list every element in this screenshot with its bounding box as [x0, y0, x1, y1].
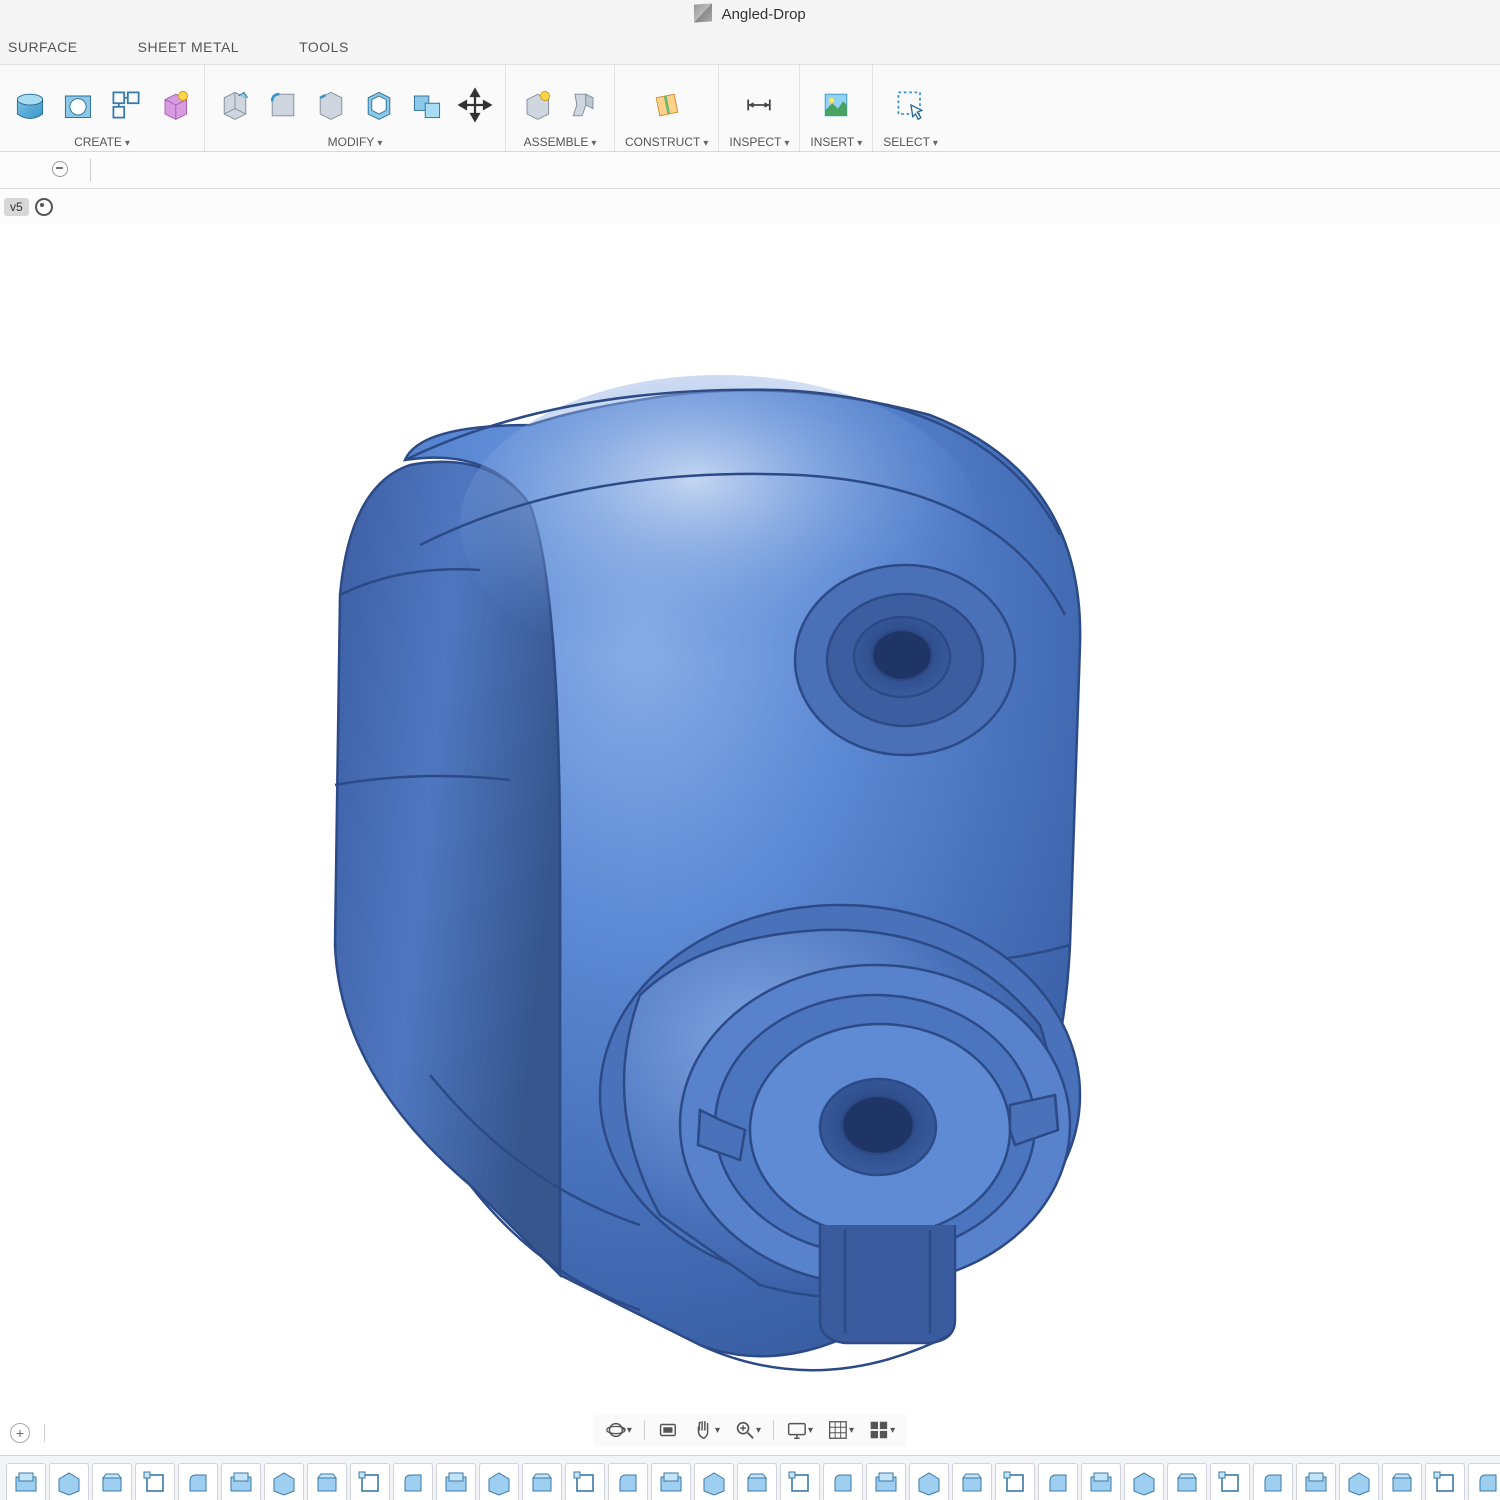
ribbon-construct-group: CONSTRUCT [615, 65, 719, 151]
ribbon-select-label[interactable]: SELECT [883, 135, 938, 149]
timeline-feature[interactable] [737, 1463, 777, 1500]
ribbon-create-label[interactable]: CREATE [74, 135, 130, 149]
workspace-tabs: SURFACE SHEET METAL TOOLS [0, 30, 1500, 64]
timeline-feature[interactable] [1210, 1463, 1250, 1500]
ribbon-inspect-group: INSPECT [719, 65, 800, 151]
timeline-feature[interactable] [436, 1463, 476, 1500]
ribbon-insert-label[interactable]: INSERT [810, 135, 862, 149]
timeline-feature[interactable] [49, 1463, 89, 1500]
modify-chamfer-icon[interactable] [311, 85, 351, 125]
timeline-feature[interactable] [866, 1463, 906, 1500]
document-cube-icon [694, 3, 712, 22]
timeline-feature[interactable] [1425, 1463, 1465, 1500]
assemble-newcomponent-icon[interactable] [516, 85, 556, 125]
timeline-feature[interactable] [780, 1463, 820, 1500]
create-pattern-icon[interactable] [106, 85, 146, 125]
timeline-feature[interactable] [221, 1463, 261, 1500]
tab-surface[interactable]: SURFACE [8, 39, 78, 55]
nav-display-icon[interactable]: ▾ [782, 1417, 817, 1443]
nav-grid-icon[interactable]: ▾ [823, 1417, 858, 1443]
version-badge[interactable]: v5 [4, 198, 29, 216]
timeline-feature[interactable] [995, 1463, 1035, 1500]
nav-lookat-icon[interactable] [653, 1417, 683, 1443]
timeline-feature[interactable] [608, 1463, 648, 1500]
browser-strip-row2: v5 [0, 189, 1500, 225]
inspect-measure-icon[interactable] [739, 85, 779, 125]
timeline-feature[interactable] [565, 1463, 605, 1500]
nav-orbit-icon[interactable]: ▾ [601, 1417, 636, 1443]
ribbon-modify-label[interactable]: MODIFY [328, 135, 383, 149]
model-canvas[interactable] [0, 225, 1500, 1455]
timeline-feature[interactable] [1296, 1463, 1336, 1500]
timeline-feature[interactable] [1081, 1463, 1121, 1500]
timeline-feature[interactable] [1339, 1463, 1379, 1500]
nav-toolbar: ▾ ▾ ▾ ▾ ▾ ▾ [593, 1413, 907, 1447]
tab-tools[interactable]: TOOLS [299, 39, 349, 55]
timeline-feature[interactable] [307, 1463, 347, 1500]
timeline-feature[interactable] [1124, 1463, 1164, 1500]
timeline-feature[interactable] [135, 1463, 175, 1500]
timeline-feature[interactable] [694, 1463, 734, 1500]
assemble-joint-icon[interactable] [564, 85, 604, 125]
timeline-feature[interactable] [1468, 1463, 1500, 1500]
modify-press-pull-icon[interactable] [215, 85, 255, 125]
ribbon-assemble-label[interactable]: ASSEMBLE [524, 135, 597, 149]
ribbon-insert-group: INSERT [800, 65, 873, 151]
timeline-feature[interactable] [952, 1463, 992, 1500]
document-title: Angled-Drop [722, 6, 806, 23]
timeline-feature[interactable] [92, 1463, 132, 1500]
timeline-feature[interactable] [1167, 1463, 1207, 1500]
timeline-feature[interactable] [1038, 1463, 1078, 1500]
ribbon-toolbar: CREATE MODIFY [0, 64, 1500, 152]
timeline-add-button-area: + [10, 1423, 53, 1443]
tab-sheet-metal[interactable]: SHEET METAL [138, 39, 239, 55]
timeline-feature[interactable] [1382, 1463, 1422, 1500]
ribbon-assemble-group: ASSEMBLE [506, 65, 615, 151]
modify-shell-icon[interactable] [359, 85, 399, 125]
ribbon-construct-label[interactable]: CONSTRUCT [625, 135, 708, 149]
nav-pan-icon[interactable]: ▾ [689, 1417, 724, 1443]
timeline-feature[interactable] [178, 1463, 218, 1500]
select-window-icon[interactable] [891, 85, 931, 125]
modify-move-icon[interactable] [455, 85, 495, 125]
browser-strip [0, 152, 1500, 189]
active-component-radio[interactable] [35, 198, 53, 216]
timeline-feature[interactable] [6, 1463, 46, 1500]
create-extrude-icon[interactable] [10, 85, 50, 125]
create-box-icon[interactable] [154, 85, 194, 125]
ribbon-create-group: CREATE [0, 65, 205, 151]
document-titlebar: Angled-Drop [0, 0, 1500, 30]
viewport-3d[interactable]: + ▾ ▾ ▾ ▾ ▾ ▾ [0, 225, 1500, 1455]
timeline-feature[interactable] [393, 1463, 433, 1500]
insert-decal-icon[interactable] [816, 85, 856, 125]
ribbon-inspect-label[interactable]: INSPECT [729, 135, 789, 149]
timeline-feature[interactable] [1253, 1463, 1293, 1500]
ribbon-modify-group: MODIFY [205, 65, 506, 151]
timeline-feature[interactable] [909, 1463, 949, 1500]
ribbon-select-group: SELECT [873, 65, 948, 151]
modify-combine-icon[interactable] [407, 85, 447, 125]
timeline-add-icon[interactable]: + [10, 1423, 30, 1443]
nav-zoom-icon[interactable]: ▾ [730, 1417, 765, 1443]
timeline[interactable] [0, 1455, 1500, 1500]
timeline-feature[interactable] [264, 1463, 304, 1500]
create-revolve-icon[interactable] [58, 85, 98, 125]
timeline-feature[interactable] [479, 1463, 519, 1500]
timeline-feature[interactable] [651, 1463, 691, 1500]
browser-collapse[interactable] [4, 161, 82, 180]
construct-plane-icon[interactable] [647, 85, 687, 125]
timeline-feature[interactable] [823, 1463, 863, 1500]
timeline-feature[interactable] [522, 1463, 562, 1500]
modify-fillet-icon[interactable] [263, 85, 303, 125]
timeline-feature[interactable] [350, 1463, 390, 1500]
nav-viewports-icon[interactable]: ▾ [864, 1417, 899, 1443]
